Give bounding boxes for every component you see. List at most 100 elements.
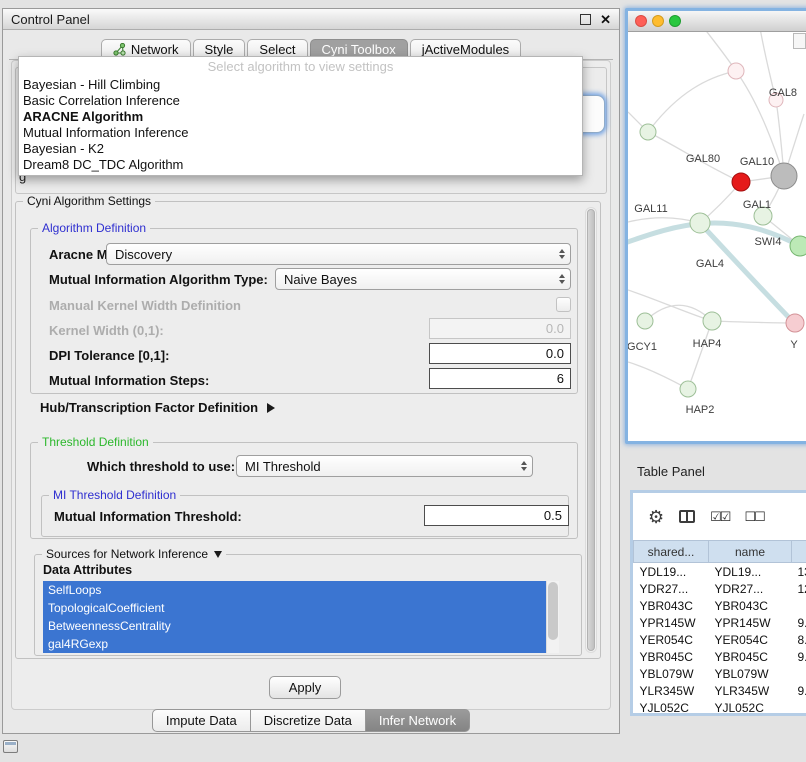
attribute-list-item[interactable]: BetweennessCentrality: [43, 617, 546, 635]
kernel-width-input: 0.0: [429, 318, 571, 339]
unchecked-boxes-icon[interactable]: ☐☐: [744, 509, 763, 525]
network-node[interactable]: [771, 163, 797, 189]
settings-group-title: Cyni Algorithm Settings: [23, 194, 155, 208]
network-node[interactable]: [732, 173, 750, 191]
attribute-list-item[interactable]: SelfLoops: [43, 581, 546, 599]
combo-stepper-icon: [559, 274, 565, 284]
network-scrollbar-fragment[interactable]: [793, 33, 806, 49]
mi-steps-label: Mutual Information Steps:: [49, 373, 209, 388]
which-threshold-label: Which threshold to use:: [87, 459, 235, 474]
cyni-algorithm-settings-group: Cyni Algorithm Settings Algorithm Defini…: [15, 201, 601, 659]
algorithm-option[interactable]: Basic Correlation Inference: [19, 93, 582, 109]
control-panel-titlebar[interactable]: Control Panel ✕: [3, 9, 619, 30]
hub-definition-toggle[interactable]: Hub/Transcription Factor Definition: [40, 400, 275, 415]
sources-group: Sources for Network Inference Data Attri…: [34, 554, 582, 656]
sources-title-label: Sources for Network Inference: [46, 547, 208, 561]
network-node[interactable]: [640, 124, 656, 140]
control-panel-window: Control Panel ✕ NetworkStyleSelectCyni T…: [2, 8, 620, 734]
column-header[interactable]: name: [709, 541, 792, 563]
table-cell: YDR27...: [709, 580, 792, 597]
aracne-mode-select[interactable]: Discovery: [106, 243, 571, 265]
settings-scrollbar[interactable]: [585, 207, 597, 653]
expanded-arrow-icon: [214, 551, 222, 558]
algorithm-option[interactable]: Dream8 DC_TDC Algorithm: [19, 157, 582, 173]
kernel-width-label: Kernel Width (0,1):: [49, 323, 164, 338]
table-panel-title: Table Panel: [637, 464, 705, 479]
window-title: Control Panel: [11, 12, 90, 27]
settings-scrollbar-thumb[interactable]: [587, 209, 595, 651]
threshold-definition-title: Threshold Definition: [38, 435, 153, 449]
network-node[interactable]: [790, 236, 806, 256]
close-panel-icon[interactable]: ✕: [600, 13, 611, 26]
minimized-panel-icon[interactable]: [3, 740, 18, 753]
network-canvas-area[interactable]: GAL8GAL80GAL10GAL11GAL1SWI4GAL4GCY1HAP4Y…: [628, 32, 806, 441]
network-node-label: GAL1: [743, 199, 771, 211]
table-row[interactable]: YER054CYER054C8.: [634, 631, 806, 648]
bottom-tab-impute-data[interactable]: Impute Data: [152, 709, 251, 732]
close-traffic-light-icon[interactable]: [635, 15, 647, 27]
network-edge: [712, 321, 795, 323]
checked-boxes-icon[interactable]: ☑☑: [710, 509, 729, 525]
table-row[interactable]: YJL052CYJL052C: [634, 699, 806, 716]
table-toolbar: ⚙ ☑☑ ☐☐: [633, 493, 806, 540]
table-cell: YPR145W: [634, 614, 709, 631]
list-scrollbar[interactable]: [546, 581, 559, 653]
table-row[interactable]: YLR345WYLR345W9.: [634, 682, 806, 699]
mi-steps-input[interactable]: 6: [429, 368, 571, 389]
table-row[interactable]: YPR145WYPR145W9.: [634, 614, 806, 631]
column-header[interactable]: shared...: [634, 541, 709, 563]
algorithm-option[interactable]: Bayesian - Hill Climbing: [19, 77, 582, 93]
zoom-traffic-light-icon[interactable]: [669, 15, 681, 27]
table-row[interactable]: YDL19...YDL19...13: [634, 563, 806, 581]
collapsed-arrow-icon: [267, 403, 275, 413]
network-node-label: GAL8: [769, 87, 797, 99]
algorithm-option[interactable]: Bayesian - K2: [19, 141, 582, 157]
table-cell: [792, 665, 806, 682]
bottom-tabs: Impute DataDiscretize DataInfer Network: [3, 709, 619, 732]
network-edge: [648, 71, 736, 132]
mi-type-select[interactable]: Naive Bayes: [275, 268, 571, 290]
bottom-tab-infer-network[interactable]: Infer Network: [365, 709, 470, 732]
network-node-label: GCY1: [628, 341, 657, 353]
dpi-tolerance-input[interactable]: 0.0: [429, 343, 571, 364]
float-panel-icon[interactable]: [580, 14, 591, 25]
gear-icon[interactable]: ⚙: [648, 508, 664, 526]
network-node[interactable]: [786, 314, 804, 332]
network-node-label: HAP4: [693, 338, 722, 350]
column-header[interactable]: [792, 541, 806, 563]
network-node[interactable]: [680, 381, 696, 397]
sources-title[interactable]: Sources for Network Inference: [42, 547, 226, 561]
table-cell: YLR345W: [634, 682, 709, 699]
mi-threshold-input[interactable]: 0.5: [424, 505, 569, 526]
network-window-titlebar[interactable]: [628, 11, 806, 32]
algorithm-option[interactable]: ARACNE Algorithm: [19, 109, 582, 125]
apply-button[interactable]: Apply: [269, 676, 341, 699]
network-node[interactable]: [703, 312, 721, 330]
algorithm-dropdown-list: Bayesian - Hill ClimbingBasic Correlatio…: [19, 77, 582, 173]
minimize-traffic-light-icon[interactable]: [652, 15, 664, 27]
table-row[interactable]: YBR045CYBR045C9.: [634, 648, 806, 665]
table-cell: YER054C: [709, 631, 792, 648]
network-node[interactable]: [690, 213, 710, 233]
data-attribute-list[interactable]: SelfLoopsTopologicalCoefficientBetweenne…: [43, 581, 559, 653]
table-cell: YJL052C: [709, 699, 792, 716]
attribute-list-item[interactable]: gal4RGexp: [43, 635, 546, 653]
combo-stepper-icon: [559, 249, 565, 259]
algorithm-option[interactable]: Mutual Information Inference: [19, 125, 582, 141]
attribute-table-header-row: shared...name: [634, 541, 806, 563]
table-row[interactable]: YBR043CYBR043C: [634, 597, 806, 614]
network-node-label: GAL80: [686, 153, 720, 165]
columns-icon[interactable]: [679, 510, 695, 523]
table-cell: [792, 597, 806, 614]
threshold-definition-group: Threshold Definition Which threshold to …: [30, 442, 578, 539]
table-row[interactable]: YDR27...YDR27...12: [634, 580, 806, 597]
bottom-tab-discretize-data[interactable]: Discretize Data: [250, 709, 366, 732]
attribute-list-item[interactable]: TopologicalCoefficient: [43, 599, 546, 617]
mi-threshold-title: MI Threshold Definition: [49, 488, 180, 502]
network-node[interactable]: [728, 63, 744, 79]
network-canvas[interactable]: GAL8GAL80GAL10GAL11GAL1SWI4GAL4GCY1HAP4Y…: [628, 32, 806, 441]
network-node[interactable]: [637, 313, 653, 329]
list-scrollbar-thumb[interactable]: [548, 582, 558, 640]
which-threshold-select[interactable]: MI Threshold: [236, 455, 533, 477]
table-row[interactable]: YBL079WYBL079W: [634, 665, 806, 682]
